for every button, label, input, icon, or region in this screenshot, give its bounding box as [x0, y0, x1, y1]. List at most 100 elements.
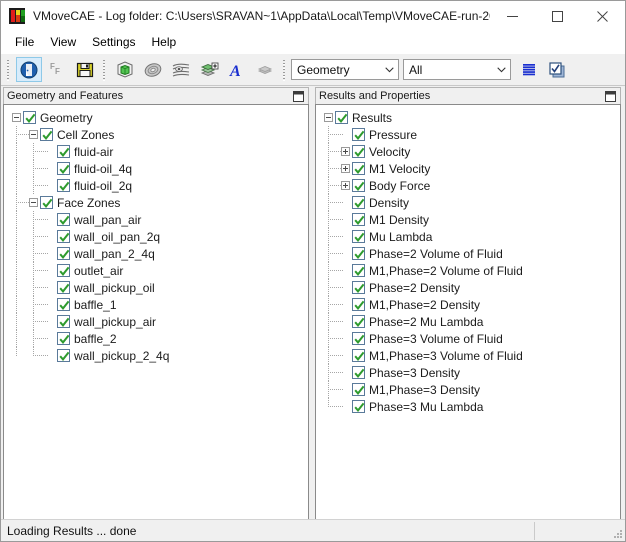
tree-item-checkbox[interactable]: [57, 264, 70, 277]
filter-select[interactable]: All: [403, 59, 511, 80]
tree-item-checkbox[interactable]: [352, 179, 365, 192]
tree-item-checkbox[interactable]: [352, 400, 365, 413]
tree-item[interactable]: Face Zones: [4, 194, 308, 211]
tree-item[interactable]: wall_pan_2_4q: [4, 245, 308, 262]
tree-item[interactable]: fluid-oil_4q: [4, 160, 308, 177]
dock-close-icon[interactable]: [602, 89, 618, 104]
collapse-icon[interactable]: [12, 113, 21, 122]
tree-item[interactable]: Cell Zones: [4, 126, 308, 143]
tree-item-checkbox[interactable]: [57, 247, 70, 260]
select-all-button[interactable]: [544, 57, 570, 82]
tree-item[interactable]: Phase=2 Volume of Fluid: [316, 245, 620, 262]
tree-item[interactable]: Geometry: [4, 109, 308, 126]
expand-icon[interactable]: [341, 164, 350, 173]
tree-item-checkbox[interactable]: [23, 111, 36, 124]
tree-item[interactable]: Velocity: [316, 143, 620, 160]
toolbar-grip[interactable]: [101, 58, 108, 81]
tree-item-checkbox[interactable]: [40, 196, 53, 209]
tree-item[interactable]: Body Force: [316, 177, 620, 194]
tree-item-checkbox[interactable]: [57, 213, 70, 226]
tree-item[interactable]: outlet_air: [4, 262, 308, 279]
tree-item-checkbox[interactable]: [57, 315, 70, 328]
tree-item-checkbox[interactable]: [57, 332, 70, 345]
tree-item[interactable]: Phase=3 Density: [316, 364, 620, 381]
tree-item-checkbox[interactable]: [352, 315, 365, 328]
tree-item-checkbox[interactable]: [352, 128, 365, 141]
tree-item[interactable]: Density: [316, 194, 620, 211]
tree-item-checkbox[interactable]: [57, 298, 70, 311]
geometry-cube-button[interactable]: [112, 57, 138, 82]
menu-view[interactable]: View: [42, 33, 84, 52]
close-button[interactable]: [580, 1, 625, 31]
collapse-icon[interactable]: [324, 113, 333, 122]
layers-button[interactable]: [252, 57, 278, 82]
tree-item[interactable]: M1,Phase=2 Volume of Fluid: [316, 262, 620, 279]
toolbar-grip[interactable]: [5, 58, 12, 81]
tree-item[interactable]: fluid-oil_2q: [4, 177, 308, 194]
tree-item[interactable]: fluid-air: [4, 143, 308, 160]
tree-item-checkbox[interactable]: [352, 281, 365, 294]
fast-forward-button[interactable]: F F: [44, 57, 70, 82]
tree-item-checkbox[interactable]: [57, 230, 70, 243]
tree-item[interactable]: M1 Velocity: [316, 160, 620, 177]
tree-item-checkbox[interactable]: [335, 111, 348, 124]
tree-item[interactable]: wall_oil_pan_2q: [4, 228, 308, 245]
expand-icon[interactable]: [341, 147, 350, 156]
menu-file[interactable]: File: [7, 33, 42, 52]
menu-settings[interactable]: Settings: [84, 33, 143, 52]
add-layer-button[interactable]: [196, 57, 222, 82]
expand-icon[interactable]: [341, 181, 350, 190]
tree-item[interactable]: Phase=3 Mu Lambda: [316, 398, 620, 415]
tree-item[interactable]: wall_pickup_oil: [4, 279, 308, 296]
tree-item[interactable]: wall_pan_air: [4, 211, 308, 228]
tree-item[interactable]: Phase=2 Density: [316, 279, 620, 296]
geometry-select[interactable]: Geometry: [291, 59, 399, 80]
toolbar-grip[interactable]: [281, 58, 288, 81]
tree-item[interactable]: Pressure: [316, 126, 620, 143]
tree-item[interactable]: M1 Density: [316, 211, 620, 228]
dock-close-icon[interactable]: [290, 89, 306, 104]
tree-item-checkbox[interactable]: [352, 383, 365, 396]
tree-item-checkbox[interactable]: [57, 349, 70, 362]
tree-item-checkbox[interactable]: [57, 281, 70, 294]
tree-item[interactable]: Phase=2 Mu Lambda: [316, 313, 620, 330]
tree-item[interactable]: baffle_1: [4, 296, 308, 313]
annotation-text-button[interactable]: A: [224, 57, 250, 82]
geometry-tree[interactable]: Geometry Cell Zones fluid-air fluid-oil_4q f…: [3, 104, 309, 524]
tree-item[interactable]: wall_pickup_2_4q: [4, 347, 308, 364]
tree-item-checkbox[interactable]: [352, 196, 365, 209]
tree-item-checkbox[interactable]: [352, 298, 365, 311]
tree-item-checkbox[interactable]: [352, 230, 365, 243]
tree-item[interactable]: M1,Phase=3 Density: [316, 381, 620, 398]
contour-streamline-button[interactable]: [168, 57, 194, 82]
tree-item-checkbox[interactable]: [352, 162, 365, 175]
tree-item[interactable]: M1,Phase=2 Density: [316, 296, 620, 313]
open-folder-button[interactable]: [16, 57, 42, 82]
tree-item-checkbox[interactable]: [57, 145, 70, 158]
tree-item-checkbox[interactable]: [352, 247, 365, 260]
tree-item[interactable]: Mu Lambda: [316, 228, 620, 245]
tree-item-checkbox[interactable]: [57, 162, 70, 175]
tree-item-checkbox[interactable]: [352, 213, 365, 226]
tree-item[interactable]: M1,Phase=3 Volume of Fluid: [316, 347, 620, 364]
maximize-button[interactable]: [535, 1, 580, 31]
slice-disc-button[interactable]: [140, 57, 166, 82]
tree-item-checkbox[interactable]: [40, 128, 53, 141]
tree-item-checkbox[interactable]: [352, 332, 365, 345]
tree-item-checkbox[interactable]: [352, 349, 365, 362]
collapse-icon[interactable]: [29, 198, 38, 207]
tree-item[interactable]: Phase=3 Volume of Fluid: [316, 330, 620, 347]
tree-item-checkbox[interactable]: [352, 264, 365, 277]
save-button[interactable]: [72, 57, 98, 82]
results-tree[interactable]: Results Pressure Velocity M1 Velocity Body F…: [315, 104, 621, 524]
tree-item[interactable]: wall_pickup_air: [4, 313, 308, 330]
colorbar-legend-button[interactable]: [516, 57, 542, 82]
minimize-button[interactable]: [490, 1, 535, 31]
resize-grip-icon[interactable]: [611, 527, 623, 539]
collapse-icon[interactable]: [29, 130, 38, 139]
tree-item[interactable]: baffle_2: [4, 330, 308, 347]
menu-help[interactable]: Help: [144, 33, 185, 52]
tree-item-checkbox[interactable]: [352, 366, 365, 379]
tree-item-checkbox[interactable]: [57, 179, 70, 192]
tree-item-checkbox[interactable]: [352, 145, 365, 158]
